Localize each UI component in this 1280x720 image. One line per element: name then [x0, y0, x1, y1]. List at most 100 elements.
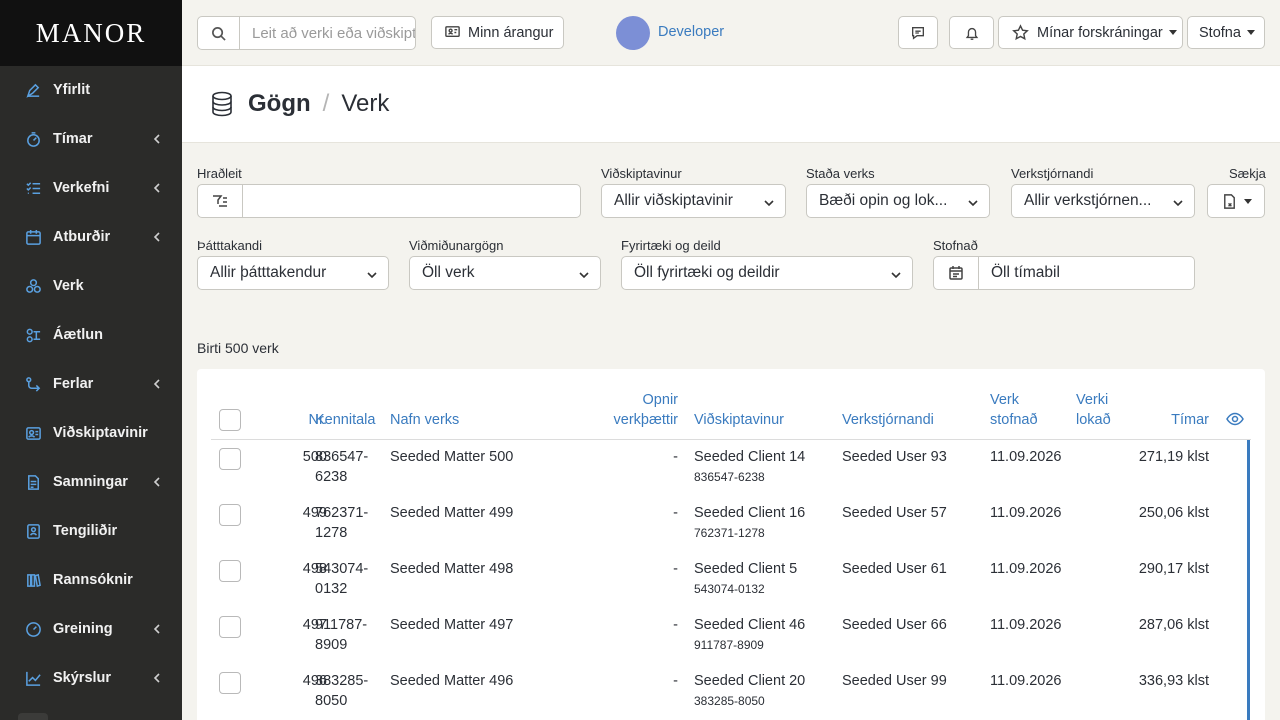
sidebar-item-aaetlun[interactable]: Áætlun	[0, 315, 182, 355]
quick-search-input[interactable]	[243, 185, 255, 217]
created-filter-value[interactable]: Öll tímabil	[979, 257, 1060, 289]
search-input[interactable]	[240, 17, 415, 49]
notifications-button[interactable]	[949, 16, 994, 49]
breadcrumb-section[interactable]: Gögn	[248, 90, 311, 117]
sidebar-item-label: Tímar	[53, 131, 93, 147]
company-filter-select[interactable]: Öll fyrirtæki og deildir	[621, 256, 913, 290]
select-all-checkbox[interactable]	[219, 409, 241, 431]
row-checkbox[interactable]	[219, 672, 241, 694]
sidebar-item-vidskiptavinir[interactable]: Viðskiptavinir	[0, 413, 182, 453]
cell-manager: Seeded User 66	[842, 617, 947, 633]
favorites-dropdown[interactable]: Mínar forskráningar	[998, 16, 1183, 49]
table-scroll-indicator[interactable]	[1247, 440, 1250, 720]
cell-name[interactable]: Seeded Matter 499	[390, 503, 513, 523]
star-icon	[1012, 24, 1029, 41]
cell-name[interactable]: Seeded Matter 497	[390, 615, 513, 635]
sidebar-item-label: Atburðir	[53, 229, 111, 245]
cell-name[interactable]: Seeded Matter 498	[390, 559, 513, 579]
column-header-client[interactable]: Viðskiptavinur	[694, 410, 784, 430]
cell-kennitala: 836547- 6238	[315, 447, 368, 487]
sidebar-item-label: Verkefni	[53, 180, 110, 196]
cell-name[interactable]: Seeded Matter 500	[390, 447, 513, 467]
column-header-created[interactable]: Verk stofnað	[990, 390, 1038, 430]
cell-client[interactable]: Seeded Client 20	[694, 671, 805, 691]
status-filter-label: Staða verks	[806, 166, 875, 181]
row-checkbox[interactable]	[219, 504, 241, 526]
cell-client-kennitala: 911787-8909	[694, 638, 764, 652]
row-checkbox[interactable]	[219, 616, 241, 638]
cell-kennitala: 543074- 0132	[315, 559, 368, 599]
cell-kennitala-part1: 543074-	[315, 561, 369, 577]
manager-filter-select[interactable]: Allir verkstjórnen...	[1011, 184, 1195, 218]
cell-name[interactable]: Seeded Matter 496	[390, 671, 513, 691]
calendar-icon[interactable]	[934, 257, 979, 289]
column-header-hours[interactable]: Tímar	[1109, 410, 1209, 430]
cell-created: 11.09.2026	[990, 617, 1062, 633]
cell-created: 11.09.2026	[990, 449, 1062, 465]
sidebar-item-verk[interactable]: Verk	[0, 266, 182, 306]
filter-list-icon[interactable]	[198, 185, 243, 217]
row-checkbox[interactable]	[219, 448, 241, 470]
eye-icon[interactable]	[1226, 412, 1244, 426]
cell-client[interactable]: Seeded Client 5	[694, 559, 797, 579]
message-icon	[912, 26, 924, 40]
search-icon[interactable]	[198, 17, 240, 49]
participant-filter-select[interactable]: Allir þátttakendur	[197, 256, 389, 290]
sidebar-item-greining[interactable]: Greining	[0, 609, 182, 649]
user-name-link[interactable]: Developer	[658, 24, 724, 40]
cell-hours: 287,06 klst	[1138, 617, 1209, 633]
sidebar-item-tengilidir[interactable]: Tengiliðir	[0, 511, 182, 551]
quick-search-field[interactable]	[197, 184, 581, 218]
contract-icon	[24, 473, 42, 491]
caret-down-icon	[1244, 198, 1252, 204]
cell-client[interactable]: Seeded Client 46	[694, 615, 805, 635]
sidebar-item-label: Yfirlit	[53, 82, 91, 98]
sidebar-more-item[interactable]	[18, 713, 48, 720]
created-filter-field[interactable]: Öll tímabil	[933, 256, 1195, 290]
reference-filter-select[interactable]: Öll verk	[409, 256, 601, 290]
create-dropdown[interactable]: Stofna	[1187, 16, 1265, 49]
export-dropdown[interactable]	[1207, 184, 1265, 218]
cell-client-kennitala: 836547-6238	[694, 470, 765, 484]
chevron-left-icon	[150, 475, 164, 489]
company-filter-label: Fyrirtæki og deild	[621, 238, 721, 253]
my-achievement-button[interactable]: Minn árangur	[431, 16, 564, 49]
company-filter-value: Öll fyrirtæki og deildir	[634, 264, 780, 281]
cell-hours: 290,17 klst	[1138, 561, 1209, 577]
row-checkbox[interactable]	[219, 560, 241, 582]
column-header-closed-line2: lokað	[1076, 412, 1111, 428]
sidebar-item-atburdir[interactable]: Atburðir	[0, 217, 182, 257]
page-header: Gögn / Verk	[182, 66, 1280, 143]
cell-client-kennitala: 762371-1278	[694, 526, 765, 540]
created-filter-label: Stofnað	[933, 238, 978, 253]
manager-filter-label: Verkstjórnandi	[1011, 166, 1094, 181]
column-header-open-tasks[interactable]: Opnir verkþættir	[578, 390, 678, 430]
sidebar-item-verkefni[interactable]: Verkefni	[0, 168, 182, 208]
avatar[interactable]	[616, 16, 650, 50]
cell-client[interactable]: Seeded Client 16	[694, 503, 805, 523]
column-header-open-tasks-line2: verkþættir	[613, 412, 678, 428]
cell-kennitala-part2: 8909	[315, 637, 348, 653]
column-header-name[interactable]: Nafn verks	[390, 410, 459, 430]
cell-open-tasks: -	[673, 561, 678, 577]
cell-kennitala: 911787- 8909	[315, 615, 367, 655]
sidebar-item-label: Verk	[53, 278, 84, 294]
messages-button[interactable]	[898, 16, 938, 49]
cell-open-tasks: -	[673, 505, 678, 521]
brand-logo[interactable]: MANOR	[0, 0, 182, 66]
list-check-icon	[24, 179, 42, 197]
sidebar-item-yfirlit[interactable]: Yfirlit	[0, 70, 182, 110]
database-icon	[210, 91, 234, 117]
sidebar-item-skyrslur[interactable]: Skýrslur	[0, 658, 182, 698]
status-filter-select[interactable]: Bæði opin og lok...	[806, 184, 990, 218]
cell-client[interactable]: Seeded Client 14	[694, 447, 805, 467]
sidebar-item-timar[interactable]: Tímar	[0, 119, 182, 159]
client-filter-select[interactable]: Allir viðskiptavinir	[601, 184, 786, 218]
sidebar-item-samningar[interactable]: Samningar	[0, 462, 182, 502]
column-header-kennitala[interactable]: Kennitala	[315, 410, 375, 430]
sidebar-item-ferlar[interactable]: Ferlar	[0, 364, 182, 404]
column-header-closed[interactable]: Verki lokað	[1076, 390, 1111, 430]
sidebar-item-rannsoknir[interactable]: Rannsóknir	[0, 560, 182, 600]
cell-kennitala-part1: 836547-	[315, 449, 369, 465]
column-header-manager[interactable]: Verkstjórnandi	[842, 410, 934, 430]
